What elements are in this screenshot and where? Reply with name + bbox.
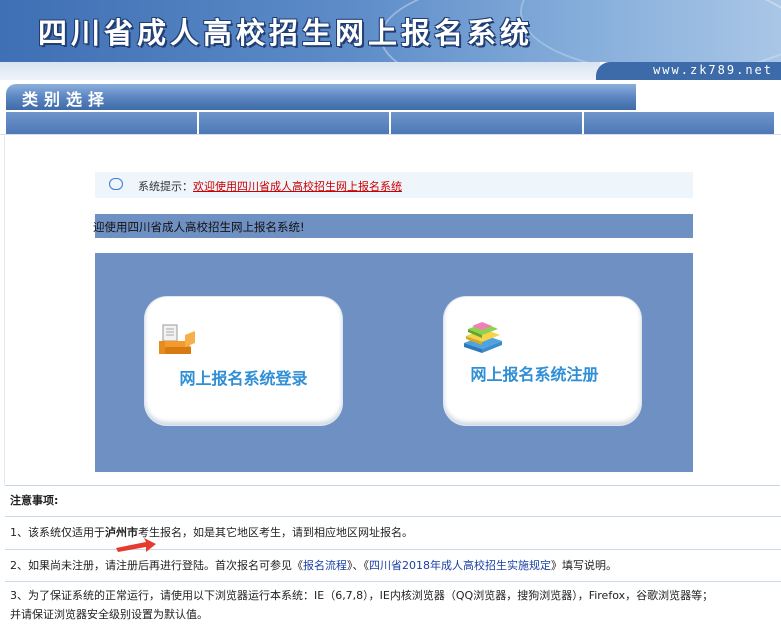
speech-bubble-icon [109, 178, 123, 190]
divider [0, 134, 781, 135]
notice-prefix: 系统提示： [138, 180, 193, 193]
welcome-bar: 迎使用四川省成人高校招生网上报名系统! [93, 214, 693, 238]
admission-rules-link[interactable]: 四川省2018年成人高校招生实施规定 [369, 559, 551, 572]
category-label: 类别选择 [22, 90, 111, 109]
notice-link[interactable]: 欢迎使用四川省成人高校招生网上报名系统 [193, 180, 402, 193]
tab-4[interactable] [583, 112, 774, 134]
login-card-label: 网上报名系统登录 [179, 369, 308, 388]
note-item: 3、为了保证系统的正常运行，请使用以下浏览器运行本系统：IE（6,7,8），IE… [10, 589, 714, 621]
system-notice: 系统提示：欢迎使用四川省成人高校招生网上报名系统 [95, 172, 693, 198]
url-bar: www.zk789.net [0, 62, 781, 80]
register-card-button[interactable]: 网上报名系统注册 [444, 297, 641, 425]
registration-process-link[interactable]: 报名流程 [303, 559, 347, 572]
login-card-button[interactable]: 网上报名系统登录 [145, 297, 342, 425]
register-card-label: 网上报名系统注册 [470, 365, 599, 384]
category-tabs [6, 112, 774, 134]
tab-3[interactable] [391, 112, 584, 134]
tab-2[interactable] [198, 112, 391, 134]
site-url: www.zk789.net [653, 63, 773, 77]
site-header: 四川省成人高校招生网上报名系统 [0, 0, 781, 62]
printer-icon [157, 323, 199, 357]
category-bar: 类别选择 [6, 84, 636, 110]
notice-text: 系统提示：欢迎使用四川省成人高校招生网上报名系统 [138, 178, 402, 194]
notes-title: 注意事项: [5, 486, 781, 517]
arrow-annotation-icon [116, 538, 156, 552]
notes-table: 注意事项: 1、该系统仅适用于泸州市考生报名，如是其它地区考生，请到相应地区网址… [5, 485, 781, 632]
site-title: 四川省成人高校招生网上报名系统 [38, 16, 534, 50]
entry-panel: 网上报名系统登录 网上报名系统注册 [95, 253, 693, 472]
note-item: 2、如果尚未注册，请注册后再进行登陆。首次报名可参见《报名流程》、《四川省201… [5, 550, 781, 582]
books-icon [462, 321, 504, 355]
divider [4, 135, 5, 485]
header-decoration [520, 0, 781, 62]
tab-1[interactable] [6, 112, 199, 134]
welcome-text: 迎使用四川省成人高校招生网上报名系统! [93, 220, 305, 234]
